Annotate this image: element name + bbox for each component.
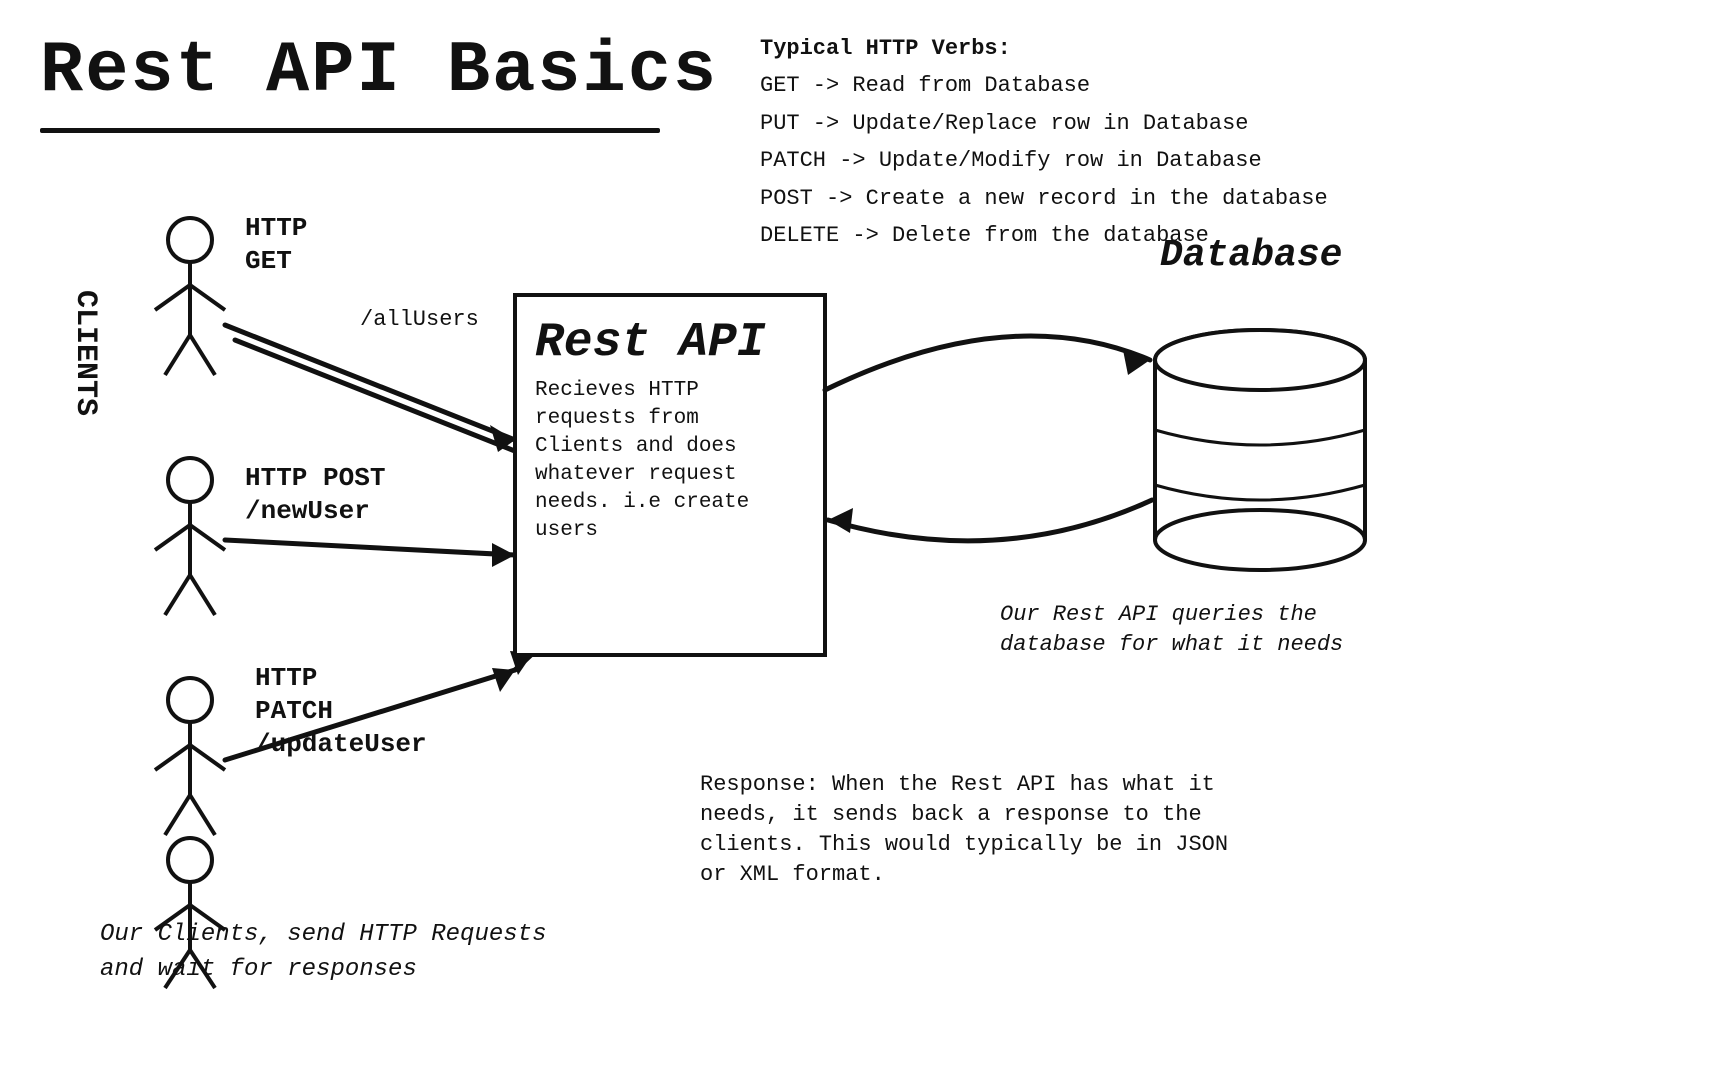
http-verbs-header: Typical HTTP Verbs: [760, 30, 1328, 67]
svg-text:requests from: requests from [535, 407, 699, 430]
svg-text:Clients and does: Clients and does [535, 435, 737, 458]
svg-text:HTTP: HTTP [245, 213, 307, 243]
http-put-verb: PUT -> Update/Replace row in Database [760, 105, 1328, 142]
svg-text:clients. This would typically: clients. This would typically be in JSON [700, 832, 1228, 857]
svg-text:GET: GET [245, 246, 292, 276]
http-get-verb: GET -> Read from Database [760, 67, 1328, 104]
svg-text:HTTP POST: HTTP POST [245, 463, 385, 493]
svg-text:/allUsers: /allUsers [360, 307, 479, 332]
diagram-svg: CLIENTS HTTP GET /allUsers HT [60, 140, 1660, 1000]
svg-text:Response: When the Rest API ha: Response: When the Rest API has what it [700, 772, 1215, 797]
svg-text:Our Clients, send HTTP Request: Our Clients, send HTTP Requests [100, 921, 546, 948]
svg-text:Recieves HTTP: Recieves HTTP [535, 379, 699, 402]
svg-text:and wait for responses: and wait for responses [100, 956, 417, 983]
page: Rest API Basics Typical HTTP Verbs: GET … [0, 0, 1720, 1080]
svg-text:Database: Database [1160, 234, 1342, 277]
svg-text:Rest API: Rest API [535, 316, 766, 370]
svg-text:needs, it sends back a respons: needs, it sends back a response to the [700, 802, 1202, 827]
svg-text:HTTP: HTTP [255, 663, 317, 693]
svg-text:Our Rest API queries the: Our Rest API queries the [1000, 602, 1317, 627]
svg-text:PATCH: PATCH [255, 696, 333, 726]
svg-text:CLIENTS: CLIENTS [68, 290, 102, 416]
title-underline [40, 128, 660, 133]
svg-text:/newUser: /newUser [245, 496, 370, 526]
svg-text:users: users [535, 519, 598, 542]
svg-text:database for what it needs: database for what it needs [1000, 632, 1343, 657]
svg-text:needs. i.e create: needs. i.e create [535, 491, 749, 514]
page-title: Rest API Basics [40, 30, 718, 112]
svg-text:whatever request: whatever request [535, 463, 737, 486]
svg-text:or XML format.: or XML format. [700, 862, 885, 887]
